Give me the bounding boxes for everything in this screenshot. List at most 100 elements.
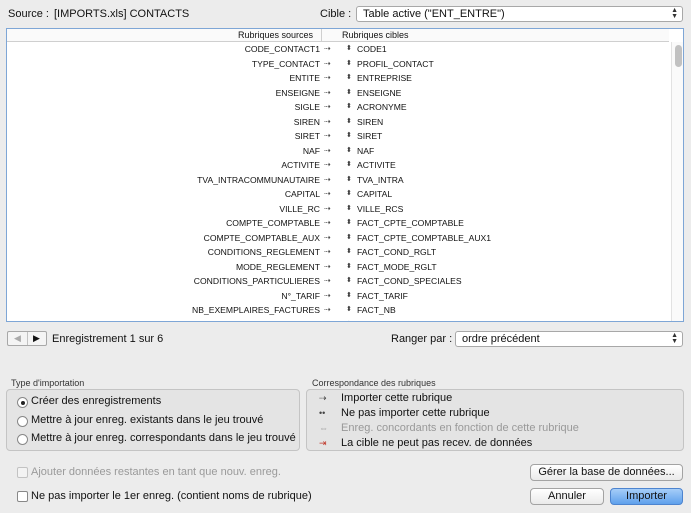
record-navigator: ◀ ▶ [7, 331, 47, 346]
table-row[interactable]: COMPTE_COMPTABLE ⇢ ⬍ FACT_CPTE_COMPTABLE [7, 216, 669, 231]
table-row[interactable]: SIGLE ⇢ ⬍ ACRONYME [7, 100, 669, 115]
vertical-scrollbar[interactable] [671, 42, 683, 321]
import-arrow-icon[interactable]: ⇢ [324, 231, 338, 246]
reorder-handle-icon[interactable]: ⬍ [346, 144, 352, 159]
target-field: FACT_COND_RGLT [357, 247, 437, 257]
import-type-group: Créer des enregistrements Mettre à jour … [6, 389, 300, 451]
add-remaining-checkbox[interactable] [17, 467, 28, 478]
source-field: ACTIVITE [281, 160, 320, 170]
table-row[interactable]: ACTIVITE ⇢ ⬍ ACTIVITE [7, 158, 669, 173]
import-arrow-icon[interactable]: ⇢ [324, 57, 338, 72]
next-record-icon[interactable]: ▶ [27, 332, 46, 345]
reorder-handle-icon[interactable]: ⬍ [346, 187, 352, 202]
import-arrow-icon[interactable]: ⇢ [324, 216, 338, 231]
target-field: NAF [357, 145, 375, 156]
table-row[interactable]: NAF ⇢ ⬍ NAF [7, 144, 669, 159]
table-row[interactable]: NB_EXEMPLAIRES_FACTURES ⇢ ⬍ FACT_NB [7, 303, 669, 318]
table-row[interactable]: VILLE_RC ⇢ ⬍ VILLE_RCS [7, 202, 669, 217]
skip-first-checkbox[interactable] [17, 491, 28, 502]
import-arrow-icon[interactable]: ⇢ [324, 303, 338, 318]
previous-record-icon[interactable]: ◀ [8, 332, 28, 345]
table-row[interactable]: COMPTE_COMPTABLE_AUX ⇢ ⬍ FACT_CPTE_COMPTABL… [7, 231, 669, 246]
legend-no-import: Ne pas importer cette rubrique [341, 407, 490, 419]
reorder-handle-icon[interactable]: ⬍ [346, 231, 352, 246]
target-label: Cible : [320, 8, 352, 20]
table-row[interactable]: SIREN ⇢ ⬍ SIREN [7, 115, 669, 130]
option-label-create[interactable]: Créer des enregistrements [31, 395, 161, 407]
reorder-handle-icon[interactable]: ⬍ [346, 158, 352, 173]
table-row[interactable]: ENTITE ⇢ ⬍ ENTREPRISE [7, 71, 669, 86]
table-row[interactable]: TYPE_CONTACT ⇢ ⬍ PROFIL_CONTACT [7, 57, 669, 72]
import-arrow-icon[interactable]: ⇢ [324, 289, 338, 304]
import-arrow-icon[interactable]: ⇢ [324, 129, 338, 144]
reorder-handle-icon[interactable]: ⬍ [346, 115, 352, 130]
table-row[interactable]: CODE_CONTACT1 ⇢ ⬍ CODE1 [7, 42, 669, 57]
table-row[interactable]: PERIODICITE_FACTURATION ⇢ ⬍ FACT_PERIOD [7, 318, 669, 322]
source-field: NB_EXEMPLAIRES_FACTURES [192, 305, 320, 315]
option-label-update-found[interactable]: Mettre à jour enreg. existants dans le j… [31, 414, 263, 426]
source-field: COMPTE_COMPTABLE_AUX [203, 232, 320, 243]
radio-update-found[interactable] [17, 416, 28, 427]
table-row[interactable]: CONDITIONS_REGLEMENT ⇢ ⬍ FACT_COND_RGLT [7, 245, 669, 260]
reorder-handle-icon[interactable]: ⬍ [346, 260, 352, 275]
reorder-handle-icon[interactable]: ⬍ [346, 71, 352, 86]
radio-update-matching[interactable] [17, 434, 28, 445]
import-button[interactable]: Importer [610, 488, 683, 505]
skip-first-label[interactable]: Ne pas importer le 1er enreg. (contient … [31, 490, 312, 502]
table-row[interactable]: SIRET ⇢ ⬍ SIRET [7, 129, 669, 144]
reorder-handle-icon[interactable]: ⬍ [346, 42, 352, 57]
scrollbar-thumb[interactable] [675, 45, 682, 67]
target-field: ENTREPRISE [357, 73, 412, 83]
import-arrow-icon[interactable]: ⇢ [324, 115, 338, 130]
table-row[interactable]: ENSEIGNE ⇢ ⬍ ENSEIGNE [7, 86, 669, 101]
import-arrow-icon[interactable]: ⇢ [324, 318, 338, 322]
column-header-source[interactable]: Rubriques sources [7, 29, 319, 41]
reorder-handle-icon[interactable]: ⬍ [346, 289, 352, 304]
field-mapping-table[interactable]: Rubriques sources Rubriques cibles CODE_… [6, 28, 684, 322]
reorder-handle-icon[interactable]: ⬍ [346, 216, 352, 231]
import-arrow-icon[interactable]: ⇢ [324, 202, 338, 217]
reorder-handle-icon[interactable]: ⬍ [346, 318, 352, 322]
target-field: VILLE_RCS [357, 203, 404, 214]
target-field: ENSEIGNE [357, 87, 402, 98]
reorder-handle-icon[interactable]: ⬍ [346, 303, 352, 318]
reorder-handle-icon[interactable]: ⬍ [346, 173, 352, 188]
source-field: ENSEIGNE [275, 87, 320, 98]
table-row[interactable]: TVA_INTRACOMMUNAUTAIRE ⇢ ⬍ TVA_INTRA [7, 173, 669, 188]
import-arrow-icon[interactable]: ⇢ [324, 173, 338, 188]
table-row[interactable]: CONDITIONS_PARTICULIERES ⇢ ⬍ FACT_COND_SPEC… [7, 274, 669, 289]
import-arrow-icon[interactable]: ⇢ [324, 274, 338, 289]
reorder-handle-icon[interactable]: ⬍ [346, 100, 352, 115]
table-row[interactable]: CAPITAL ⇢ ⬍ CAPITAL [7, 187, 669, 202]
add-remaining-label: Ajouter données restantes en tant que no… [31, 466, 281, 478]
cancel-button[interactable]: Annuler [530, 488, 604, 505]
import-arrow-icon[interactable]: ⇢ [324, 187, 338, 202]
manage-database-button[interactable]: Gérer la base de données... [530, 464, 683, 481]
import-arrow-icon[interactable]: ⇢ [324, 245, 338, 260]
import-arrow-icon[interactable]: ⇢ [324, 158, 338, 173]
column-header-target[interactable]: Rubriques cibles [321, 29, 661, 41]
import-arrow-icon[interactable]: ⇢ [324, 42, 338, 57]
reorder-handle-icon[interactable]: ⬍ [346, 245, 352, 260]
import-arrow-icon[interactable]: ⇢ [324, 86, 338, 101]
table-row[interactable]: N°_TARIF ⇢ ⬍ FACT_TARIF [7, 289, 669, 304]
sort-select[interactable]: ordre précédent ▲ ▼ [455, 331, 683, 347]
target-select[interactable]: Table active ("ENT_ENTRE") ▲ ▼ [356, 6, 683, 22]
target-field: CODE1 [357, 44, 387, 54]
sort-label: Ranger par : [391, 333, 453, 345]
reorder-handle-icon[interactable]: ⬍ [346, 86, 352, 101]
reorder-handle-icon[interactable]: ⬍ [346, 202, 352, 217]
option-label-update-matching[interactable]: Mettre à jour enreg. correspondants dans… [31, 432, 296, 444]
target-field: ACRONYME [357, 102, 407, 112]
target-field: SIREN [357, 116, 384, 127]
import-arrow-icon[interactable]: ⇢ [324, 100, 338, 115]
radio-create-records[interactable] [17, 397, 28, 408]
table-row[interactable]: MODE_REGLEMENT ⇢ ⬍ FACT_MODE_RGLT [7, 260, 669, 275]
reorder-handle-icon[interactable]: ⬍ [346, 57, 352, 72]
reorder-handle-icon[interactable]: ⬍ [346, 274, 352, 289]
blocked-target-icon: ⇥ [319, 438, 327, 448]
reorder-handle-icon[interactable]: ⬍ [346, 129, 352, 144]
import-arrow-icon[interactable]: ⇢ [324, 144, 338, 159]
import-arrow-icon[interactable]: ⇢ [324, 260, 338, 275]
import-arrow-icon[interactable]: ⇢ [324, 71, 338, 86]
